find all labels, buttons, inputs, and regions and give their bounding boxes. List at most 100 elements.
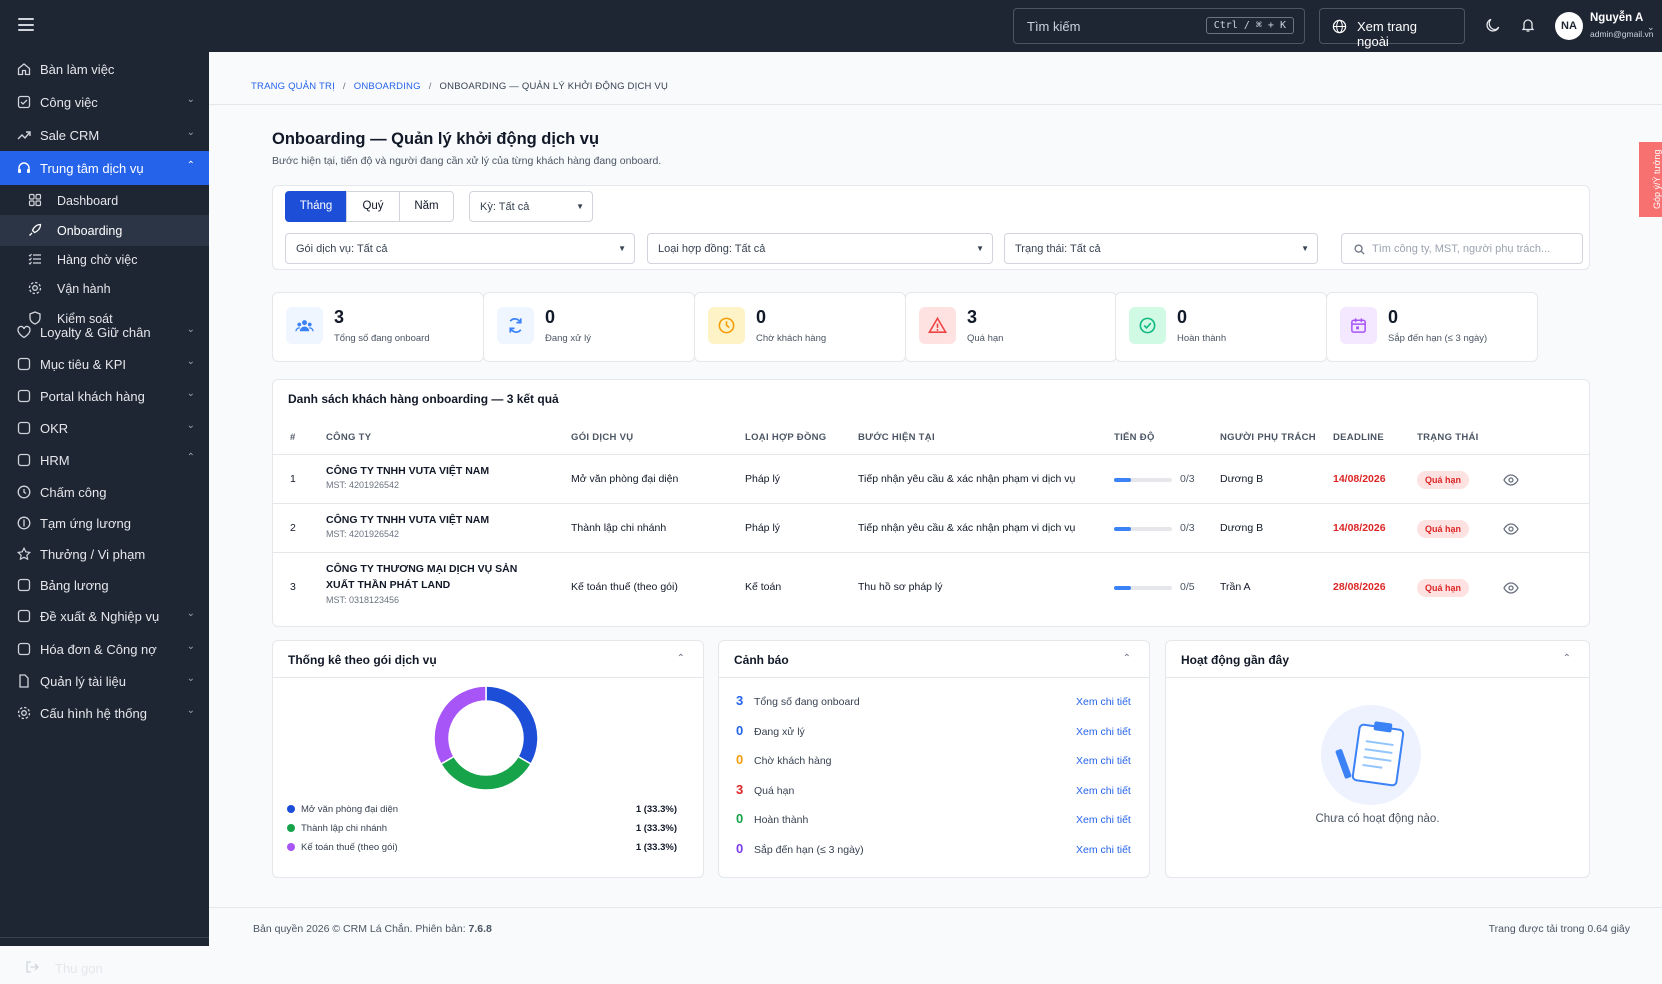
view-detail-link[interactable]: Xem chi tiết — [1076, 785, 1131, 797]
sidebar-item-settings[interactable]: Cấu hình hệ thống ⌄ — [0, 696, 209, 730]
sidebar: Bàn làm việc Công việc ⌄ Sale CRM ⌄ Trung tâm… — [0, 52, 209, 976]
sidebar-item-coin[interactable]: Tạm ứng lương — [0, 506, 209, 540]
page-subtitle: Bước hiện tại, tiến độ và người đang cần… — [272, 155, 662, 167]
alert-label: Tổng số đang onboard — [754, 696, 860, 708]
alert-item: 3 Quá hạn Xem chi tiết — [736, 782, 1136, 802]
view-site-button[interactable]: Xem trang ngoài — [1319, 8, 1465, 49]
stat-card[interactable]: 0 Hoàn thành — [1115, 292, 1327, 362]
sidebar-subitem-onboarding[interactable]: Onboarding — [0, 215, 209, 246]
sidebar-subitem-kiểm-soát[interactable]: Kiểm soát — [0, 303, 209, 334]
stat-card[interactable]: 0 Đang xử lý — [483, 292, 695, 362]
tab-year[interactable]: Năm — [399, 191, 454, 222]
view-detail-link[interactable]: Xem chi tiết — [1076, 844, 1131, 856]
company-name[interactable]: CÔNG TY TNHH VUTA VIỆT NAM — [326, 463, 541, 479]
contract-select[interactable]: Loại hợp đồng: Tất cả ▼ — [647, 233, 993, 264]
sidebar-subitem-vận-hành[interactable]: Vận hành — [0, 273, 209, 304]
stat-card[interactable]: 0 Sắp đến hạn (≤ 3 ngày) — [1326, 292, 1538, 362]
alert-count: 3 — [736, 693, 744, 708]
collapse-sidebar-button[interactable]: Thu gọn — [0, 952, 209, 984]
bell-icon[interactable] — [1520, 17, 1536, 33]
sidebar-item-okr[interactable]: OKR ⌄ — [0, 411, 209, 445]
clipboard-illustration-icon — [1321, 705, 1421, 805]
sidebar-item-hrm[interactable]: HRM ⌃ — [0, 443, 209, 477]
view-detail-link[interactable]: Xem chi tiết — [1076, 755, 1131, 767]
company-tax-code: MST: 0318123456 — [326, 595, 400, 605]
coin-icon — [16, 515, 32, 531]
company-name[interactable]: CÔNG TY THƯƠNG MẠI DỊCH VỤ SẢN XUẤT THẦN… — [326, 561, 541, 593]
logout-icon — [24, 959, 40, 978]
eye-icon[interactable] — [1503, 581, 1519, 600]
sidebar-subitem-dashboard[interactable]: Dashboard — [0, 185, 209, 216]
clock-icon — [16, 484, 32, 500]
service-package: Thành lập chi nhánh — [571, 521, 667, 534]
sidebar-item-star[interactable]: Thưởng / Vi phạm — [0, 537, 209, 571]
chevron-up-icon[interactable]: ⌃ — [1123, 653, 1131, 664]
sidebar-item-payroll[interactable]: Bảng lương — [0, 568, 209, 602]
chevron-down-icon[interactable]: ⌄ — [1647, 22, 1655, 33]
view-detail-link[interactable]: Xem chi tiết — [1076, 726, 1131, 738]
sidebar-item-headset[interactable]: Trung tâm dịch vụ ⌃ — [0, 151, 209, 185]
user-name[interactable]: Nguyễn A — [1590, 12, 1643, 24]
stat-value: 0 — [1177, 307, 1188, 327]
eye-icon[interactable] — [1503, 522, 1519, 541]
contract-type: Pháp lý — [745, 472, 781, 485]
owner: Dương B — [1220, 521, 1264, 534]
period-select[interactable]: Kỳ: Tất cả ▼ — [469, 191, 593, 222]
stat-card[interactable]: 0 Chờ khách hàng — [694, 292, 906, 362]
stat-card[interactable]: 3 Tổng số đang onboard — [272, 292, 484, 362]
view-detail-link[interactable]: Xem chi tiết — [1076, 814, 1131, 826]
sidebar-item-portal[interactable]: Portal khách hàng ⌄ — [0, 379, 209, 413]
donut-slice[interactable] — [433, 685, 487, 766]
sidebar-item-document[interactable]: Quản lý tài liệu ⌄ — [0, 664, 209, 698]
table-row[interactable]: 2 CÔNG TY TNHH VUTA VIỆT NAM MST: 42019265… — [273, 503, 1589, 552]
stat-card[interactable]: 3 Quá hạn — [905, 292, 1117, 362]
sidebar-item-label: Thưởng / Vi phạm — [40, 547, 146, 562]
company-name[interactable]: CÔNG TY TNHH VUTA VIỆT NAM — [326, 512, 541, 528]
sidebar-item-invoice[interactable]: Hóa đơn & Công nợ ⌄ — [0, 632, 209, 666]
breadcrumb-admin[interactable]: TRANG QUẢN TRỊ — [251, 81, 335, 92]
view-detail-link[interactable]: Xem chi tiết — [1076, 696, 1131, 708]
alert-label: Quá hạn — [754, 785, 795, 797]
table-search-input[interactable]: Tìm công ty, MST, người phụ trách... — [1341, 233, 1583, 264]
table-row[interactable]: 3 CÔNG TY THƯƠNG MẠI DỊCH VỤ SẢN XUẤT THẦ… — [273, 552, 1589, 622]
sidebar-subitem-hàng-chờ-việc[interactable]: Hàng chờ việc — [0, 244, 209, 275]
breadcrumb-onboarding[interactable]: ONBOARDING — [354, 81, 421, 92]
donut-slice[interactable] — [485, 685, 539, 766]
sidebar-item-chart[interactable]: Mục tiêu & KPI ⌄ — [0, 347, 209, 381]
warning-icon — [919, 307, 956, 344]
sidebar-item-checkbox[interactable]: Công việc ⌄ — [0, 85, 209, 119]
chevron-down-icon: ⌄ — [186, 420, 195, 431]
chart-icon — [16, 356, 32, 372]
chevron-up-icon[interactable]: ⌃ — [677, 653, 685, 664]
legend-value: 1 (33.3%) — [635, 823, 677, 834]
grid-icon — [27, 192, 43, 208]
package-select[interactable]: Gói dịch vụ: Tất cả ▼ — [285, 233, 635, 264]
progress-text: 0/5 — [1180, 581, 1195, 593]
chevron-up-icon[interactable]: ⌃ — [1563, 653, 1571, 664]
tab-month[interactable]: Tháng — [285, 191, 347, 222]
eye-icon[interactable] — [1503, 473, 1519, 492]
sidebar-item-label: Bàn làm việc — [40, 62, 115, 77]
sidebar-item-home[interactable]: Bàn làm việc — [0, 52, 209, 86]
table-row[interactable]: 1 CÔNG TY TNHH VUTA VIỆT NAM MST: 42019265… — [273, 454, 1589, 503]
tab-quarter[interactable]: Quý — [346, 191, 400, 222]
moon-icon[interactable] — [1485, 17, 1501, 33]
menu-icon[interactable] — [18, 18, 34, 31]
status-select[interactable]: Trạng thái: Tất cả ▼ — [1004, 233, 1318, 264]
avatar[interactable]: NA — [1555, 12, 1583, 40]
view-site-label: Xem trang ngoài — [1357, 19, 1417, 49]
chevron-down-icon: ⌄ — [186, 641, 195, 652]
donut-slice[interactable] — [439, 755, 533, 791]
sidebar-subitem-label: Hàng chờ việc — [57, 253, 138, 267]
contract-select-value: Loại hợp đồng: Tất cả — [658, 243, 766, 255]
contract-type: Kế toán — [745, 581, 782, 593]
sidebar-item-proposal[interactable]: Đề xuất & Nghiệp vụ ⌄ — [0, 599, 209, 633]
progress-bar — [1114, 586, 1172, 590]
sidebar-item-trend[interactable]: Sale CRM ⌄ — [0, 118, 209, 152]
stat-value: 0 — [756, 307, 767, 327]
document-icon — [16, 673, 32, 689]
global-search-input[interactable]: Tìm kiếm Ctrl / ⌘ + K — [1013, 8, 1305, 44]
feedback-tab[interactable]: Góp ý/Ý tưởng — [1639, 142, 1662, 217]
package-stats-header: Thống kê theo gói dịch vụ ⌃ — [273, 641, 703, 678]
sidebar-item-clock[interactable]: Chấm công — [0, 475, 209, 509]
